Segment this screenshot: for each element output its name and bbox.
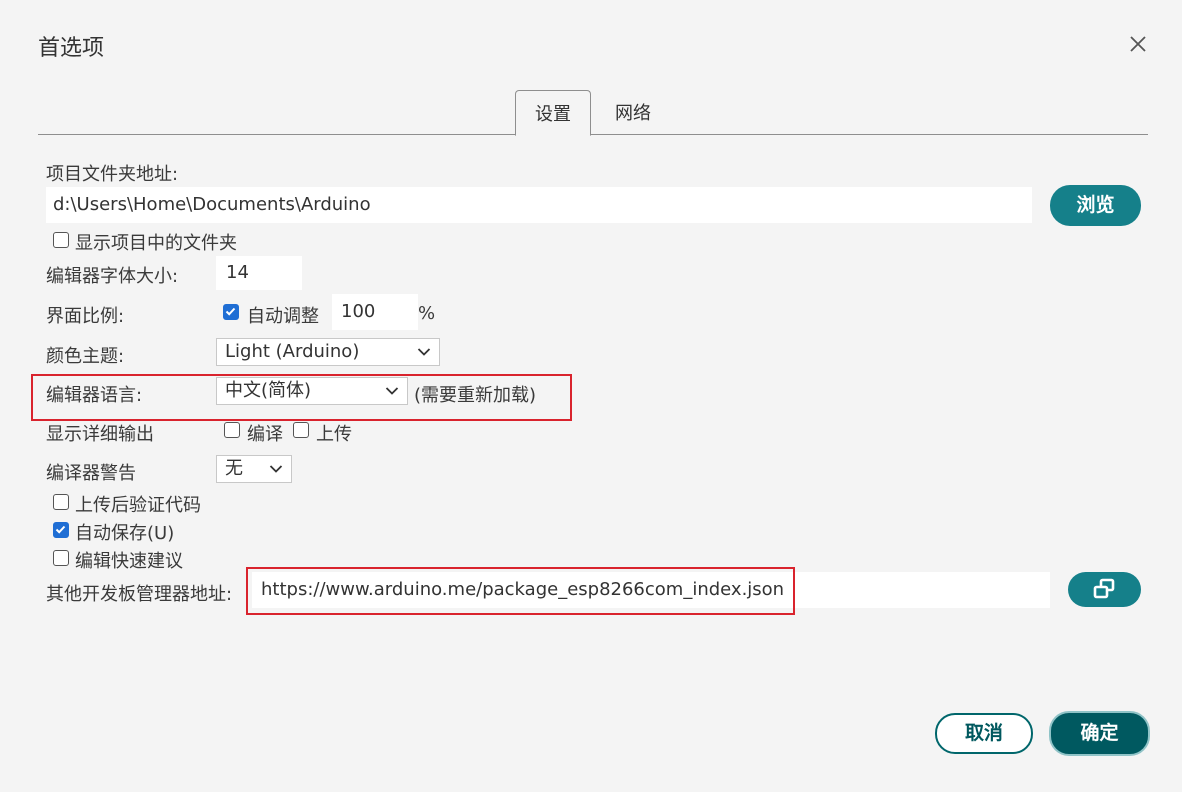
board-urls-label: 其他开发板管理器地址: — [46, 584, 233, 605]
verbose-upload-label: 上传 — [316, 424, 352, 445]
warnings-select[interactable]: 无 — [216, 455, 292, 483]
dialog-title: 首选项 — [38, 36, 105, 61]
auto-adjust-checkbox[interactable] — [223, 304, 239, 320]
scale-unit: % — [418, 303, 436, 324]
chevron-down-icon — [417, 348, 431, 356]
verify-checkbox[interactable] — [53, 494, 69, 510]
verbose-compile-label: 编译 — [247, 424, 283, 445]
theme-label: 颜色主题: — [46, 346, 125, 367]
sketchbook-path-input[interactable]: d:\Users\Home\Documents\Arduino — [46, 187, 1032, 223]
warnings-label: 编译器警告 — [46, 463, 136, 484]
tab-network[interactable]: 网络 — [600, 90, 666, 135]
window-restore-icon — [1093, 578, 1115, 599]
show-files-checkbox[interactable] — [53, 232, 69, 248]
check-icon — [55, 525, 66, 534]
ok-button[interactable]: 确定 — [1049, 711, 1150, 756]
highlight-box-language — [31, 374, 572, 421]
theme-select[interactable]: Light (Arduino) — [216, 338, 440, 366]
verbose-label: 显示详细输出 — [46, 424, 154, 445]
quick-suggest-label: 编辑快速建议 — [75, 551, 183, 572]
warnings-select-value: 无 — [225, 458, 243, 479]
check-icon — [225, 307, 236, 316]
verbose-compile-checkbox[interactable] — [224, 422, 240, 438]
tab-settings[interactable]: 设置 — [515, 90, 591, 136]
browse-button[interactable]: 浏览 — [1050, 185, 1141, 226]
tab-divider — [38, 134, 1148, 135]
autosave-checkbox[interactable] — [53, 522, 69, 538]
scale-input[interactable]: 100 — [332, 294, 418, 330]
verify-label: 上传后验证代码 — [75, 495, 201, 516]
chevron-down-icon — [269, 465, 283, 473]
autosave-label: 自动保存(U) — [75, 523, 175, 544]
theme-select-value: Light (Arduino) — [225, 341, 360, 362]
highlight-box-board-urls — [246, 567, 795, 615]
auto-adjust-label: 自动调整 — [247, 306, 319, 327]
font-size-input[interactable]: 14 — [216, 256, 302, 290]
edit-urls-button[interactable] — [1068, 572, 1141, 607]
quick-suggest-checkbox[interactable] — [53, 550, 69, 566]
verbose-upload-checkbox[interactable] — [293, 422, 309, 438]
scale-label: 界面比例: — [46, 306, 125, 327]
font-size-label: 编辑器字体大小: — [46, 266, 179, 287]
show-files-label: 显示项目中的文件夹 — [75, 233, 237, 254]
cancel-button[interactable]: 取消 — [935, 713, 1033, 754]
sketchbook-label: 项目文件夹地址: — [46, 164, 179, 185]
close-icon[interactable] — [1126, 32, 1150, 56]
